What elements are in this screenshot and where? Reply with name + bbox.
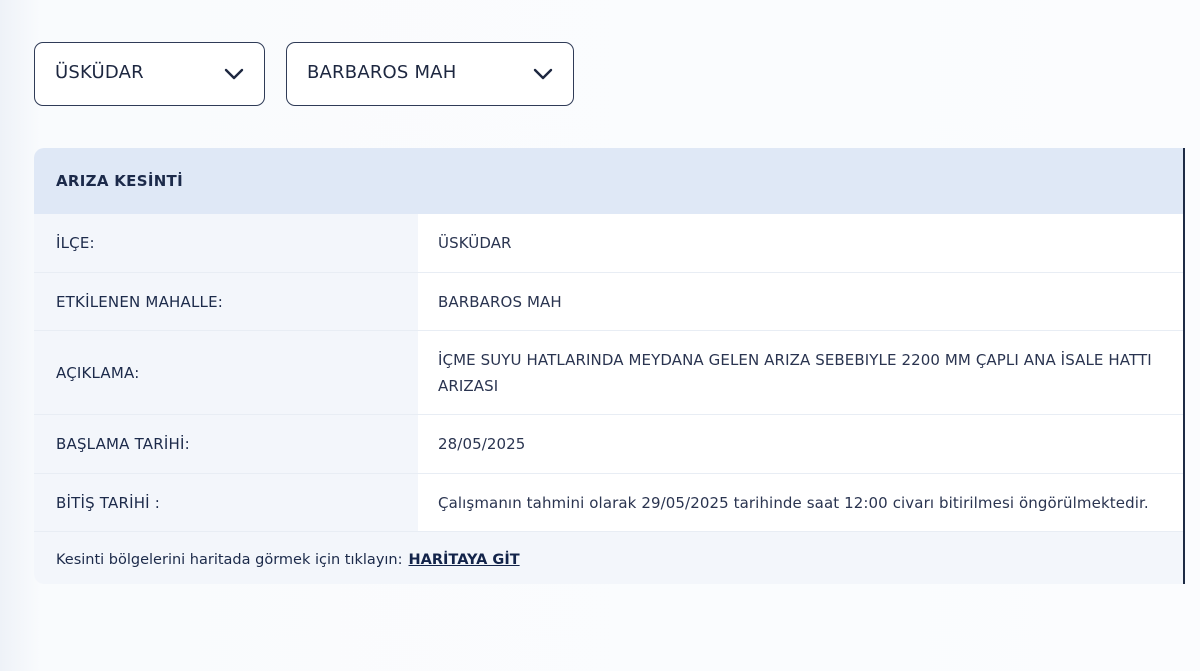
outage-card: ARIZA KESİNTİ İLÇE: ÜSKÜDAR ETKİLENEN MA… [34, 148, 1185, 584]
end-date-label: BİTİŞ TARİHİ : [34, 474, 418, 531]
end-date-value: Çalışmanın tahmini olarak 29/05/2025 tar… [438, 493, 1149, 512]
description-value: İÇME SUYU HATLARINDA MEYDANA GELEN ARIZA… [438, 350, 1152, 395]
table-row: BAŞLAMA TARİHİ: 28/05/2025 [34, 415, 1183, 474]
chevron-down-icon [224, 68, 244, 80]
outage-card-title: ARIZA KESİNTİ [34, 148, 1183, 214]
table-row: ETKİLENEN MAHALLE: BARBAROS MAH [34, 273, 1183, 331]
district-select[interactable]: ÜSKÜDAR [34, 42, 265, 106]
filter-bar: ÜSKÜDAR BARBAROS MAH [34, 42, 574, 106]
start-date-value: 28/05/2025 [438, 435, 526, 453]
neighborhood-select[interactable]: BARBAROS MAH [286, 42, 574, 106]
map-prompt-row: Kesinti bölgelerini haritada görmek için… [34, 532, 1183, 584]
start-date-label: BAŞLAMA TARİHİ: [34, 415, 418, 473]
table-row: BİTİŞ TARİHİ : Çalışmanın tahmini olarak… [34, 474, 1183, 532]
table-row: AÇIKLAMA: İÇME SUYU HATLARINDA MEYDANA G… [34, 331, 1183, 415]
affected-neighborhood-label: ETKİLENEN MAHALLE: [34, 273, 418, 330]
district-value: ÜSKÜDAR [438, 234, 512, 252]
neighborhood-select-value: BARBAROS MAH [307, 61, 457, 83]
district-select-value: ÜSKÜDAR [55, 61, 144, 83]
chevron-down-icon [533, 68, 553, 80]
district-label: İLÇE: [34, 214, 418, 272]
map-prompt-text: Kesinti bölgelerini haritada görmek için… [56, 552, 403, 568]
go-to-map-link[interactable]: HARİTAYA GİT [409, 552, 520, 568]
affected-neighborhood-value: BARBAROS MAH [438, 292, 562, 311]
page: ÜSKÜDAR BARBAROS MAH ARIZA KESİNTİ İLÇE:… [0, 0, 1200, 671]
table-row: İLÇE: ÜSKÜDAR [34, 214, 1183, 273]
description-label: AÇIKLAMA: [34, 331, 418, 414]
